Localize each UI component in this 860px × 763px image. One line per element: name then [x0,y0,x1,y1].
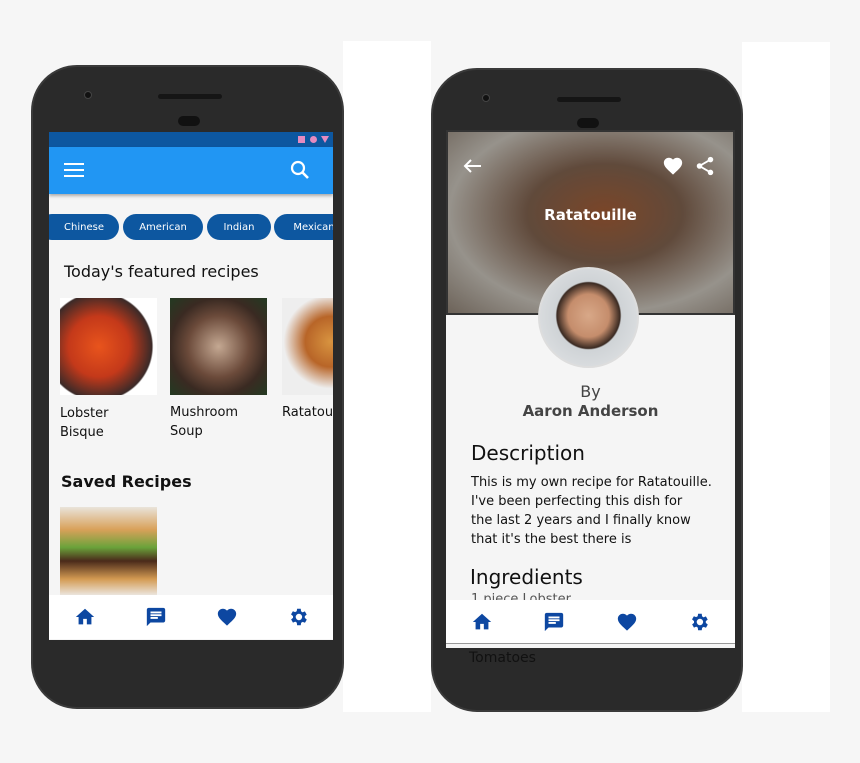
status-bar [49,132,333,147]
recipe-title[interactable]: Ratatouille [282,403,333,422]
author-avatar[interactable] [538,267,639,368]
bottom-nav [49,595,333,639]
sensor [577,118,599,128]
description-text: This is my own recipe for Ratatouille. I… [471,475,712,547]
search-icon[interactable] [290,160,310,180]
overflow-ingredient: Tomatoes [469,650,536,666]
background-panel [742,42,830,712]
app-bar [49,147,333,194]
left-phone: Chinese American Indian Mexican Today's … [31,65,344,709]
chat-icon[interactable] [543,611,565,633]
ingredients-heading: Ingredients [470,565,583,589]
camera [84,91,92,99]
chat-icon[interactable] [145,606,167,628]
circle-icon [310,136,317,143]
recipe-title[interactable]: Lobster Bisque [60,404,108,442]
square-icon [298,136,305,143]
camera [482,94,490,102]
category-chip[interactable]: Indian [207,214,271,240]
speaker [557,97,621,102]
description-heading: Description [471,441,585,465]
favorite-icon[interactable] [662,155,684,177]
gear-icon[interactable] [287,606,309,628]
mushroom-soup-image[interactable] [170,298,267,395]
right-phone: Ratatouille By Aaron Anderson Descriptio… [431,68,743,712]
bottom-nav [446,600,735,644]
home-icon[interactable] [74,606,96,628]
home-icon[interactable] [471,611,493,633]
category-chip[interactable]: Mexican [274,214,333,240]
background-panel [343,41,431,712]
recipe-title[interactable]: Mushroom Soup [170,403,238,441]
author-name[interactable]: Aaron Anderson [446,402,735,420]
heart-icon[interactable] [216,606,238,628]
recipe-title: Ratatouille [544,206,637,224]
featured-title: Today's featured recipes [64,262,259,281]
category-chip[interactable]: Chinese [49,214,119,240]
category-chip[interactable]: American [123,214,203,240]
triangle-icon [321,136,329,143]
right-screen: Ratatouille By Aaron Anderson Descriptio… [446,130,735,648]
lobster-bisque-image[interactable] [60,298,157,395]
sensor [178,116,200,126]
heart-icon[interactable] [616,611,638,633]
saved-title: Saved Recipes [61,472,192,491]
share-icon[interactable] [694,155,716,177]
speaker [158,94,222,99]
gear-icon[interactable] [688,611,710,633]
hamburger-icon[interactable] [64,161,84,179]
back-arrow-icon[interactable] [462,158,482,174]
burger-image[interactable] [60,507,157,597]
left-screen: Chinese American Indian Mexican Today's … [49,132,333,640]
ratatouille-image[interactable] [282,298,333,395]
by-label: By [580,382,601,401]
